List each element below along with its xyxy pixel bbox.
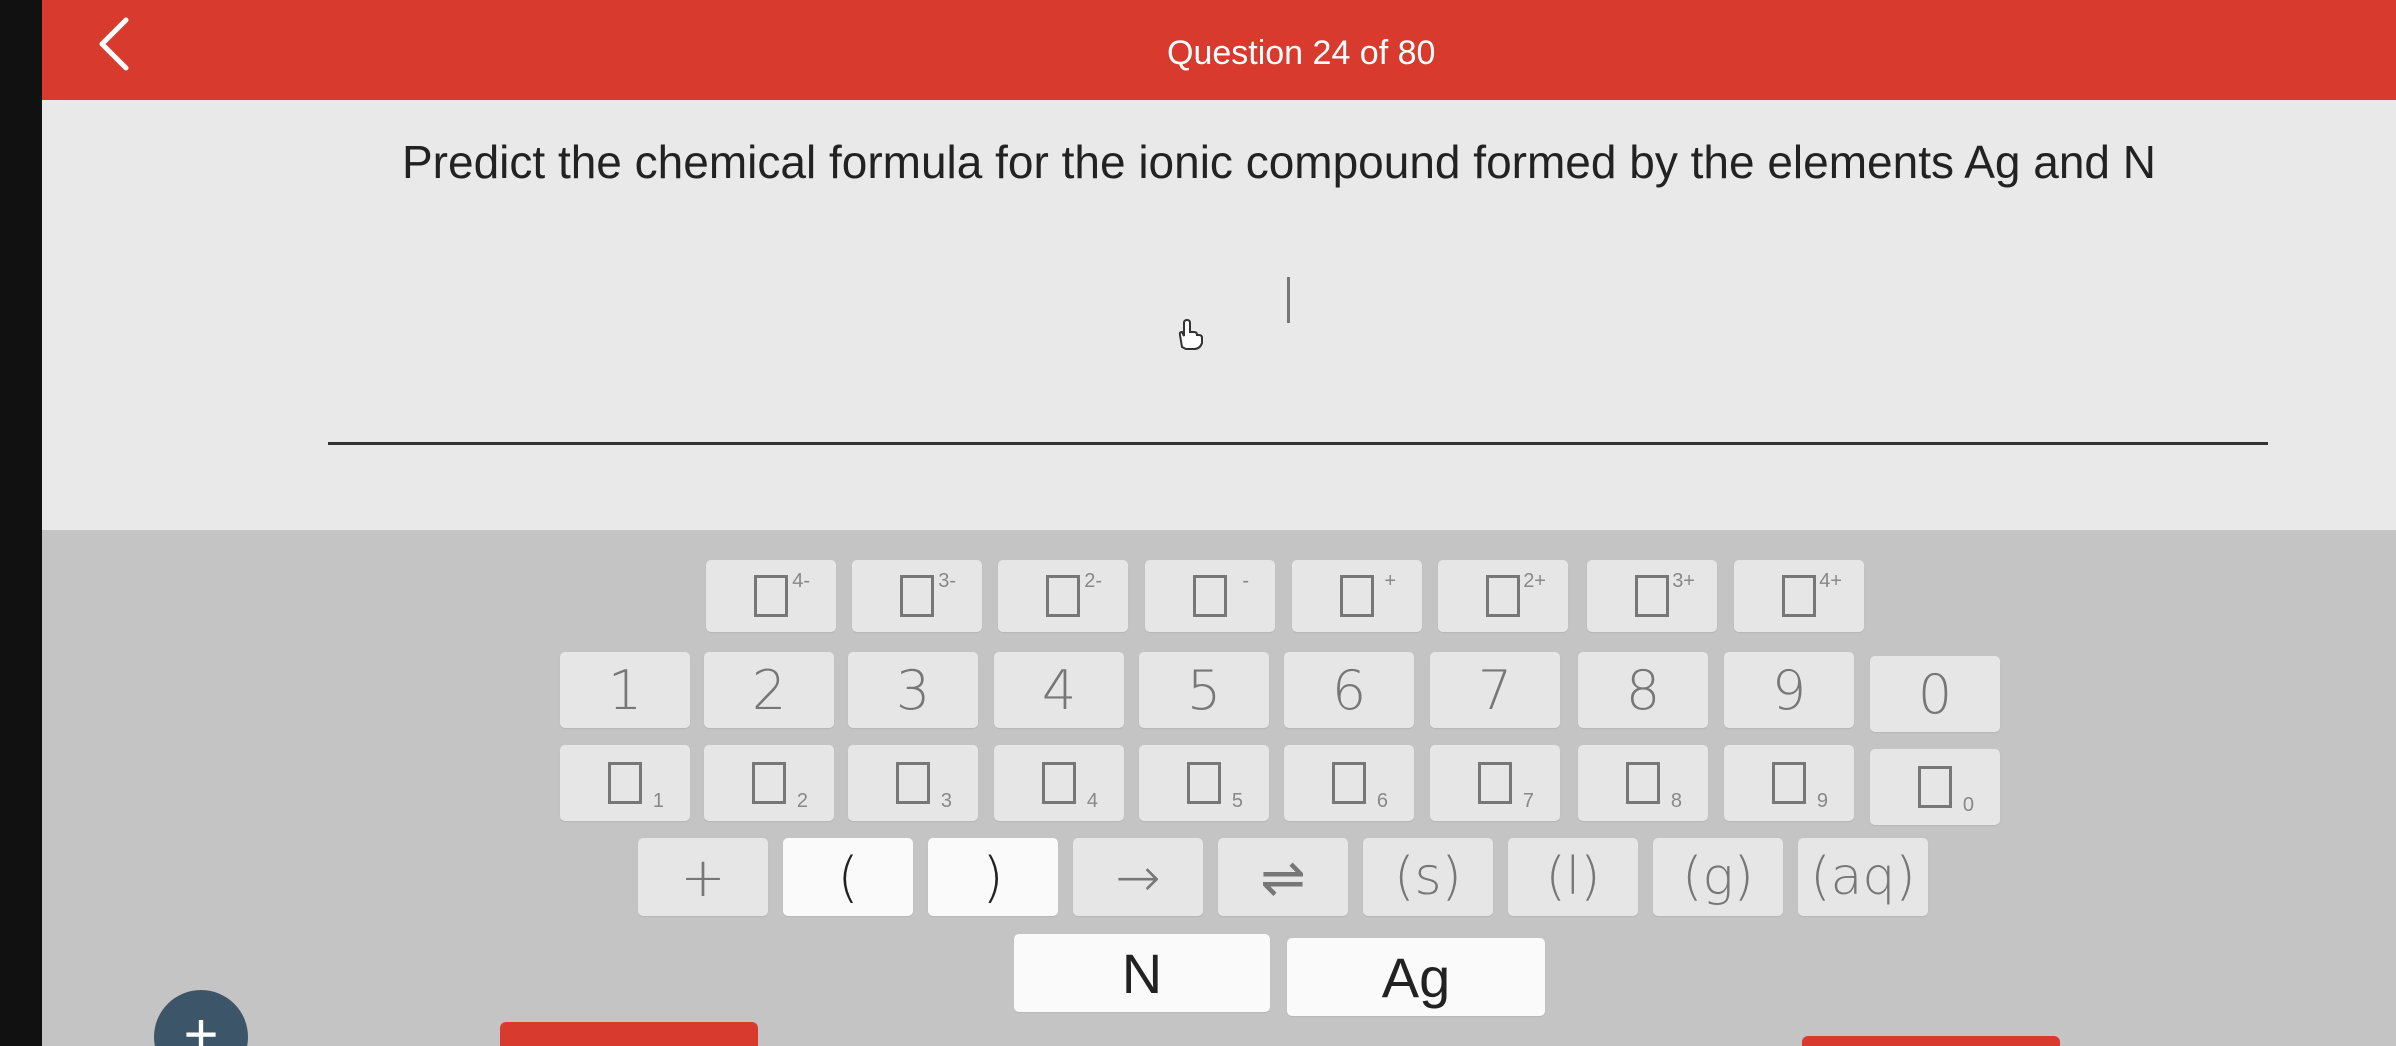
number-key-4[interactable]: 4 — [994, 652, 1124, 728]
charge-label: 3+ — [1672, 570, 1695, 592]
placeholder-box-icon — [1187, 762, 1221, 804]
bottom-action-button[interactable] — [500, 1022, 758, 1046]
charge-key-3+[interactable]: 3+ — [1587, 560, 1717, 632]
plus-key[interactable]: + — [638, 838, 768, 916]
header-bar: Question 24 of 80 — [42, 0, 2396, 102]
equilibrium-arrows-icon: ⇌ — [1260, 845, 1306, 909]
charge-key-4+[interactable]: 4+ — [1734, 560, 1864, 632]
charge-label: 2- — [1084, 570, 1102, 592]
question-prompt: Predict the chemical formula for the ion… — [402, 136, 2157, 188]
number-key-9[interactable]: 9 — [1724, 652, 1854, 728]
reaction-arrow-icon: → — [1115, 845, 1161, 909]
subscript-label: 6 — [1376, 790, 1388, 812]
question-area: Predict the chemical formula for the ion… — [42, 100, 2396, 530]
subscript-label: 7 — [1522, 790, 1534, 812]
subscript-key-7[interactable]: 7 — [1430, 745, 1560, 821]
charge-key-3-[interactable]: 3- — [852, 560, 982, 632]
chevron-left-icon — [99, 17, 129, 71]
placeholder-box-icon — [1193, 575, 1227, 617]
subscript-key-2[interactable]: 2 — [704, 745, 834, 821]
placeholder-box-icon — [1486, 575, 1520, 617]
subscript-key-5[interactable]: 5 — [1139, 745, 1269, 821]
subscript-label: 1 — [652, 790, 664, 812]
element-key-ag[interactable]: Ag — [1287, 938, 1545, 1016]
subscript-key-4[interactable]: 4 — [994, 745, 1124, 821]
subscript-key-9[interactable]: 9 — [1724, 745, 1854, 821]
placeholder-box-icon — [1772, 762, 1806, 804]
placeholder-box-icon — [1626, 762, 1660, 804]
placeholder-box-icon — [900, 575, 934, 617]
placeholder-box-icon — [1918, 766, 1952, 808]
placeholder-box-icon — [754, 575, 788, 617]
subscript-key-8[interactable]: 8 — [1578, 745, 1708, 821]
solid-state-key[interactable]: (s) — [1363, 838, 1493, 916]
placeholder-box-icon — [1635, 575, 1669, 617]
back-button[interactable] — [84, 14, 144, 74]
element-key-n[interactable]: N — [1014, 934, 1270, 1012]
subscript-key-6[interactable]: 6 — [1284, 745, 1414, 821]
liquid-state-key[interactable]: (l) — [1508, 838, 1638, 916]
subscript-key-3[interactable]: 3 — [848, 745, 978, 821]
number-key-7[interactable]: 7 — [1430, 652, 1560, 728]
open-paren-key[interactable]: ( — [783, 838, 913, 916]
charge-key-4-[interactable]: 4- — [706, 560, 836, 632]
plus-icon: + — [183, 1001, 219, 1046]
gas-state-key[interactable]: (g) — [1653, 838, 1783, 916]
subscript-key-1[interactable]: 1 — [560, 745, 690, 821]
aqueous-state-key[interactable]: (aq) — [1798, 838, 1928, 916]
subscript-label: 4 — [1086, 790, 1098, 812]
placeholder-box-icon — [896, 762, 930, 804]
add-button[interactable]: + — [154, 990, 248, 1046]
charge-label: + — [1384, 570, 1396, 592]
placeholder-box-icon — [1042, 762, 1076, 804]
subscript-label: 9 — [1816, 790, 1828, 812]
charge-label: 2+ — [1523, 570, 1546, 592]
subscript-label: 2 — [796, 790, 808, 812]
placeholder-box-icon — [1332, 762, 1366, 804]
equilibrium-key[interactable]: ⇌ — [1218, 838, 1348, 916]
subscript-label: 3 — [940, 790, 952, 812]
number-key-5[interactable]: 5 — [1139, 652, 1269, 728]
app-screen: Question 24 of 80 Predict the chemical f… — [42, 0, 2396, 1046]
charge-key-2+[interactable]: 2+ — [1438, 560, 1568, 632]
charge-key-1-[interactable]: - — [1145, 560, 1275, 632]
answer-input[interactable] — [328, 340, 2268, 445]
number-key-3[interactable]: 3 — [848, 652, 978, 728]
number-key-2[interactable]: 2 — [704, 652, 834, 728]
placeholder-box-icon — [608, 762, 642, 804]
placeholder-box-icon — [1340, 575, 1374, 617]
bottom-action-button-right[interactable] — [1802, 1036, 2060, 1046]
number-key-8[interactable]: 8 — [1578, 652, 1708, 728]
arrow-key[interactable]: → — [1073, 838, 1203, 916]
text-caret — [1287, 277, 1290, 323]
charge-label: 4+ — [1819, 570, 1842, 592]
charge-key-2-[interactable]: 2- — [998, 560, 1128, 632]
charge-label: 4- — [792, 570, 810, 592]
placeholder-box-icon — [1782, 575, 1816, 617]
placeholder-box-icon — [752, 762, 786, 804]
placeholder-box-icon — [1478, 762, 1512, 804]
subscript-label: 0 — [1962, 794, 1974, 816]
hand-cursor-icon — [1178, 318, 1203, 350]
subscript-label: 8 — [1670, 790, 1682, 812]
number-key-6[interactable]: 6 — [1284, 652, 1414, 728]
charge-label: - — [1242, 570, 1249, 592]
charge-key-1+[interactable]: + — [1292, 560, 1422, 632]
placeholder-box-icon — [1046, 575, 1080, 617]
subscript-key-0[interactable]: 0 — [1870, 749, 2000, 825]
question-counter: Question 24 of 80 — [1167, 34, 1436, 72]
subscript-label: 5 — [1231, 790, 1243, 812]
number-key-0[interactable]: 0 — [1870, 656, 2000, 732]
close-paren-key[interactable]: ) — [928, 838, 1058, 916]
number-key-1[interactable]: 1 — [560, 652, 690, 728]
charge-label: 3- — [938, 570, 956, 592]
